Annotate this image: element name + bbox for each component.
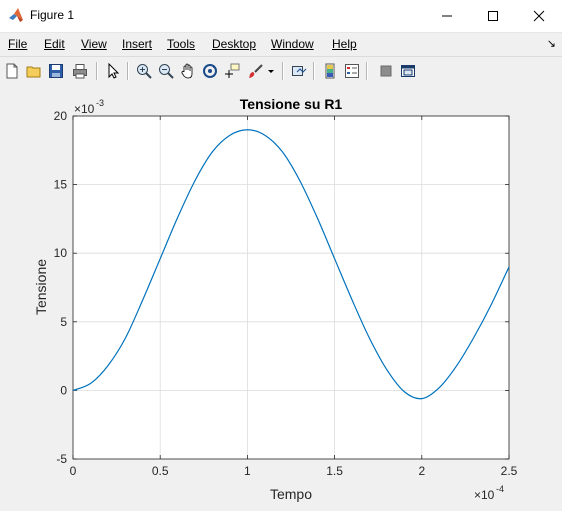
new-figure-button[interactable] bbox=[2, 61, 22, 81]
menu-help[interactable]: Help bbox=[332, 37, 357, 51]
minimize-button[interactable] bbox=[424, 0, 470, 32]
insert-legend-button[interactable] bbox=[342, 61, 362, 81]
close-icon bbox=[533, 10, 545, 22]
menu-view[interactable]: View bbox=[81, 37, 107, 51]
x-exponent-value: -4 bbox=[496, 484, 504, 494]
y-exponent-value: -3 bbox=[96, 98, 104, 108]
y-tick-label: 0 bbox=[60, 383, 67, 397]
toolbar-separator bbox=[282, 62, 284, 80]
menu-window-label: Window bbox=[271, 37, 314, 51]
maximize-button[interactable] bbox=[470, 0, 516, 32]
hide-plot-tools-button[interactable] bbox=[376, 61, 396, 81]
maximize-icon bbox=[488, 11, 498, 21]
insert-colorbar-icon bbox=[325, 63, 335, 79]
zoom-out-button[interactable] bbox=[156, 61, 176, 81]
menu-desktop-label: Desktop bbox=[212, 37, 257, 51]
data-cursor-button[interactable] bbox=[222, 61, 242, 81]
x-exponent-label: ×10 -4 bbox=[474, 484, 504, 502]
minimize-icon bbox=[442, 15, 452, 17]
link-plot-button[interactable] bbox=[289, 61, 309, 81]
rotate-3d-button[interactable] bbox=[200, 61, 220, 81]
x-axis-label: Tempo bbox=[270, 486, 312, 502]
menu-tools-label: Tools bbox=[167, 37, 196, 51]
print-icon bbox=[73, 64, 87, 79]
y-axis-label: Tensione bbox=[33, 259, 49, 315]
link-plot-icon bbox=[292, 66, 307, 76]
toolbar-separator bbox=[313, 62, 315, 80]
y-exponent-label: ×10 -3 bbox=[74, 98, 104, 116]
x-tick-label: 2 bbox=[418, 464, 425, 478]
y-tick-label: 15 bbox=[54, 178, 68, 192]
chart-title: Tensione su R1 bbox=[240, 96, 343, 112]
menu-insert[interactable]: Insert bbox=[122, 37, 152, 51]
x-tick-label: 1 bbox=[244, 464, 251, 478]
edit-plot-button[interactable] bbox=[103, 61, 123, 81]
show-plot-tools-icon bbox=[401, 65, 415, 77]
svg-text:×10: ×10 bbox=[474, 488, 495, 502]
insert-legend-icon bbox=[345, 64, 359, 78]
save-button[interactable] bbox=[46, 61, 66, 81]
zoom-in-button[interactable] bbox=[134, 61, 154, 81]
y-tick-label: 10 bbox=[54, 246, 68, 260]
save-icon bbox=[49, 64, 63, 78]
y-tick-label: 5 bbox=[60, 315, 67, 329]
print-button[interactable] bbox=[70, 61, 90, 81]
x-tick-label: 0.5 bbox=[152, 464, 169, 478]
open-file-button[interactable] bbox=[24, 61, 44, 81]
menu-tools[interactable]: Tools bbox=[167, 37, 195, 51]
figure-canvas: 0 0.5 1 1.5 2 2.5 -5 0 5 10 15 20 Tensione su R1 Te… bbox=[0, 85, 562, 506]
window-titlebar: Figure 1 bbox=[0, 0, 562, 33]
pointer-icon bbox=[108, 63, 120, 79]
rotate-3d-icon bbox=[203, 64, 217, 78]
data-cursor-icon bbox=[225, 63, 240, 78]
figure-toolbar bbox=[0, 56, 562, 86]
toolbar-separator bbox=[127, 62, 129, 80]
zoom-out-icon bbox=[159, 64, 174, 79]
grid-lines bbox=[72, 115, 510, 460]
y-tick-label: 20 bbox=[54, 109, 68, 123]
show-plot-tools-button[interactable] bbox=[398, 61, 418, 81]
menu-file[interactable]: File bbox=[8, 37, 27, 51]
menu-file-label: File bbox=[8, 37, 28, 51]
hide-plot-tools-icon bbox=[380, 65, 392, 77]
dock-figure-icon[interactable]: ↘ bbox=[547, 37, 556, 50]
menu-insert-label: Insert bbox=[122, 37, 153, 51]
brush-icon bbox=[249, 64, 263, 78]
toolbar-separator bbox=[366, 62, 368, 80]
window-title: Figure 1 bbox=[30, 8, 75, 22]
x-tick-label: 1.5 bbox=[326, 464, 343, 478]
x-tick-label: 0 bbox=[70, 464, 77, 478]
axes-background bbox=[73, 116, 509, 459]
insert-colorbar-button[interactable] bbox=[320, 61, 340, 81]
close-button[interactable] bbox=[516, 0, 562, 32]
menu-edit-label: Edit bbox=[44, 37, 65, 51]
brush-dropdown-icon bbox=[268, 70, 274, 73]
y-tick-label: -5 bbox=[56, 452, 67, 466]
menu-bar: File Edit View Insert Tools Desktop Wind… bbox=[0, 33, 562, 55]
matlab-logo-icon bbox=[9, 8, 23, 22]
pan-icon bbox=[181, 63, 193, 79]
brush-dropdown-button[interactable] bbox=[266, 61, 276, 81]
x-tick-label: 2.5 bbox=[501, 464, 518, 478]
plot-area[interactable]: 0 0.5 1 1.5 2 2.5-505101520 Tensione su R1 Te… bbox=[0, 85, 562, 506]
menu-help-label: Help bbox=[332, 37, 357, 51]
toolbar-separator bbox=[96, 62, 98, 80]
menu-edit[interactable]: Edit bbox=[44, 37, 65, 51]
new-figure-icon bbox=[6, 63, 18, 79]
svg-text:×10: ×10 bbox=[74, 102, 95, 116]
open-file-icon bbox=[26, 66, 41, 78]
zoom-in-icon bbox=[137, 64, 152, 79]
menu-desktop[interactable]: Desktop bbox=[212, 37, 256, 51]
brush-button[interactable] bbox=[246, 61, 266, 81]
menu-view-label: View bbox=[81, 37, 107, 51]
pan-button[interactable] bbox=[178, 61, 198, 81]
menu-window[interactable]: Window bbox=[271, 37, 314, 51]
